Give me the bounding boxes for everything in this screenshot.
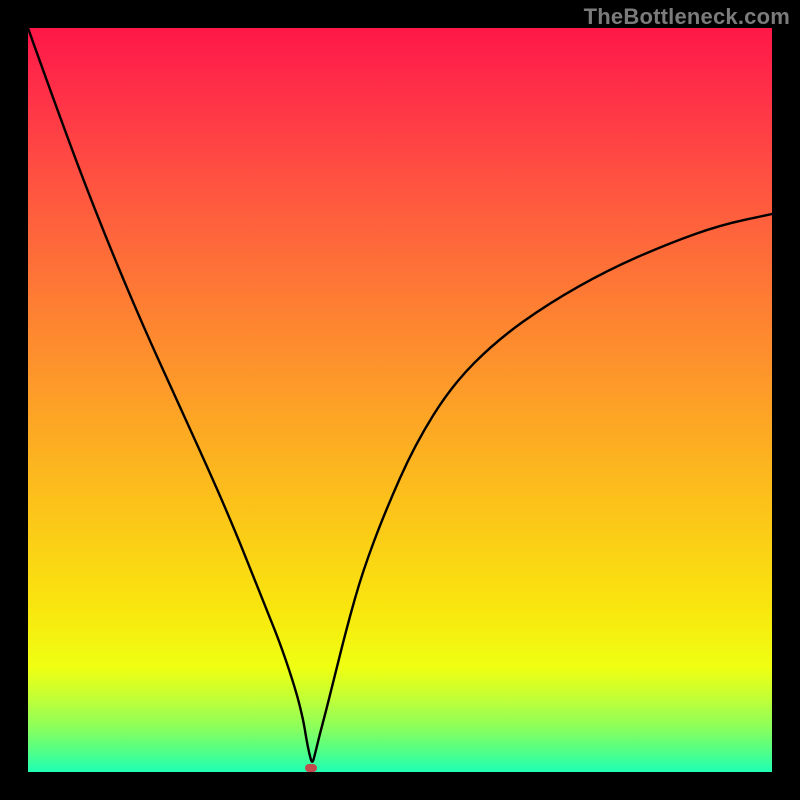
min-marker [305,764,317,772]
chart-frame: TheBottleneck.com [0,0,800,800]
plot-area [28,28,772,772]
bottleneck-curve [28,28,772,772]
watermark-text: TheBottleneck.com [584,4,790,30]
